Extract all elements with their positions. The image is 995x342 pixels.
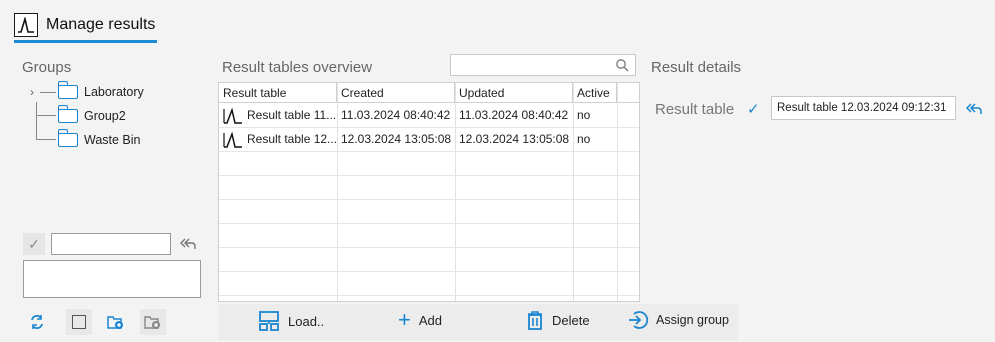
- cell-created: 11.03.2024 08:40:42: [341, 108, 451, 122]
- select-button[interactable]: [66, 309, 92, 335]
- cell-created: 12.03.2024 13:05:08: [341, 132, 452, 146]
- results-table: Result table Created Updated Active Resu…: [218, 82, 640, 302]
- undo-icon: [965, 103, 982, 114]
- chromatogram-icon: [14, 13, 38, 37]
- column-header[interactable]: Updated: [455, 83, 573, 103]
- group-item-label: Group2: [84, 109, 126, 123]
- folder-open-icon: [57, 81, 78, 99]
- tab-manage-results[interactable]: Manage results: [14, 6, 155, 44]
- remove-group-button[interactable]: [140, 309, 166, 335]
- cell-result-table: Result table 12....: [219, 127, 337, 151]
- trash-icon: [528, 311, 542, 330]
- search-icon[interactable]: [615, 58, 629, 72]
- cell-active: no: [577, 132, 591, 146]
- folder-icon: [57, 129, 78, 147]
- column-header[interactable]: Result table: [219, 83, 337, 103]
- group-item-label: Laboratory: [84, 85, 144, 99]
- check-icon: ✓: [28, 235, 40, 252]
- chevron-right-icon[interactable]: ›: [30, 85, 34, 99]
- group-name-input[interactable]: [51, 233, 171, 255]
- details-title: Result details: [651, 59, 742, 76]
- cell-active: no: [577, 108, 591, 122]
- group-description-field[interactable]: [23, 260, 201, 298]
- refresh-icon: [31, 315, 43, 329]
- plus-icon: +: [398, 307, 411, 332]
- undo-group-button[interactable]: [176, 232, 200, 256]
- assign-group-button[interactable]: Assign group: [628, 310, 729, 330]
- tab-label: Manage results: [46, 16, 156, 33]
- add-group-button[interactable]: [103, 309, 129, 335]
- delete-button[interactable]: Delete: [526, 310, 590, 330]
- delete-label: Delete: [552, 312, 590, 328]
- folder-icon: [57, 105, 78, 123]
- add-button[interactable]: + Add: [398, 307, 442, 332]
- overview-title: Result tables overview: [222, 59, 373, 76]
- assign-icon: [629, 311, 649, 329]
- cell-updated: 12.03.2024 13:05:08: [459, 132, 570, 146]
- undo-icon: [180, 238, 196, 249]
- search-box[interactable]: [450, 54, 636, 76]
- column-header[interactable]: Active: [573, 83, 617, 103]
- load-label: Load..: [288, 313, 325, 329]
- load-icon: [259, 311, 279, 331]
- cell-result-table: Result table 11....: [219, 103, 337, 127]
- column-header-filler: [617, 83, 639, 103]
- assign-group-label: Assign group: [656, 313, 729, 327]
- cell-updated: 11.03.2024 08:40:42: [459, 108, 569, 122]
- chromatogram-icon: [223, 107, 242, 124]
- groups-title: Groups: [22, 59, 72, 76]
- group-item-waste-bin[interactable]: Waste Bin: [57, 129, 141, 150]
- check-icon[interactable]: ✓: [747, 100, 760, 118]
- folder-remove-icon: [144, 316, 160, 329]
- result-table-label: Result table: [655, 101, 735, 118]
- confirm-group-button[interactable]: ✓: [23, 233, 45, 255]
- search-input[interactable]: [455, 55, 609, 75]
- square-icon: [72, 315, 86, 329]
- group-item-group2[interactable]: Group2: [57, 105, 126, 126]
- group-item-laboratory[interactable]: Laboratory: [57, 81, 144, 102]
- load-button[interactable]: Load..: [258, 310, 324, 332]
- result-table-field[interactable]: Result table 12.03.2024 09:12:31: [771, 96, 956, 120]
- add-label: Add: [418, 312, 442, 328]
- refresh-button[interactable]: [24, 309, 50, 335]
- column-header[interactable]: Created: [337, 83, 455, 103]
- chromatogram-icon: [223, 131, 242, 148]
- tab-underline: [14, 40, 157, 43]
- undo-result-button[interactable]: [962, 98, 986, 120]
- folder-add-icon: [107, 316, 123, 329]
- group-item-label: Waste Bin: [84, 133, 141, 147]
